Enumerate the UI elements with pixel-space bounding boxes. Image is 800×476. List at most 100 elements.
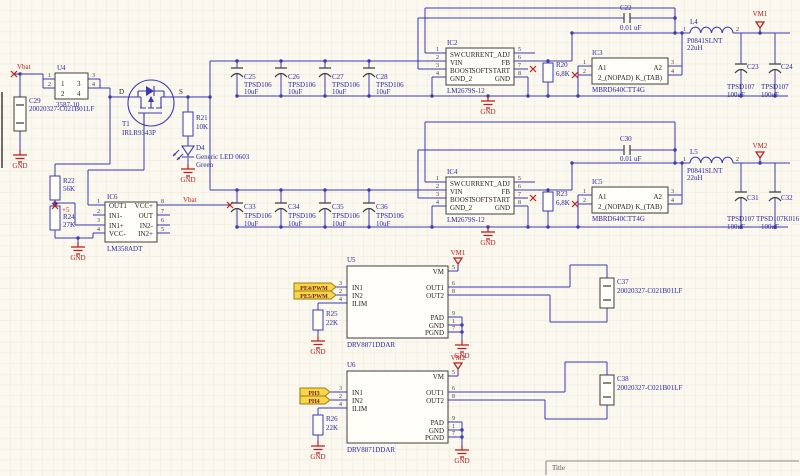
text-mbrd640ctt4g-2: MBRD640CTT4G: [592, 215, 645, 223]
text-gnd-11: GND: [495, 204, 510, 212]
text-boost: BOOST: [450, 67, 474, 75]
text-c30: C30: [620, 135, 632, 143]
resistor-r21[interactable]: [183, 112, 193, 136]
text-lm2679s-12: LM2679S-12: [447, 87, 485, 95]
text-7-4: 7: [452, 326, 455, 332]
text-7-5: 7: [452, 431, 455, 437]
jumper-u4[interactable]: [55, 73, 88, 99]
text-2-7: 2: [583, 198, 586, 204]
text-9: 9: [452, 311, 455, 317]
text-out1-2: OUT1: [426, 284, 444, 292]
text-8-3: 8: [518, 200, 521, 206]
text-l5: L5: [690, 148, 698, 156]
text-c27: C27: [332, 73, 344, 81]
text-3-5: 3: [436, 192, 439, 198]
text-out2-2: OUT2: [426, 397, 444, 405]
schematic-canvas[interactable]: Title C2920020327-C021B01LFU43587-10T1IR…: [0, 0, 800, 476]
text-ph3: PH3: [308, 391, 319, 397]
text-2-4: 2: [436, 55, 439, 61]
text-vm1: VM1: [753, 10, 768, 18]
text-softstart: SOFTSTART: [472, 67, 511, 75]
text-1-4: 1: [436, 47, 439, 53]
text-3-3: 3: [97, 218, 100, 224]
resistor-r23[interactable]: [543, 192, 553, 211]
text-a1: A1: [598, 64, 607, 72]
text-0-01-uf: 0.01 uF: [620, 24, 642, 32]
text-5-3: 5: [518, 47, 521, 53]
text-3-9: 3: [339, 386, 342, 392]
connector-c29[interactable]: [14, 97, 26, 131]
text-drv8871ddar: DRV8871DDAR: [347, 341, 395, 349]
text-tpsd107-3: TPSD107: [727, 215, 755, 223]
text-5-2: 5: [161, 227, 164, 233]
text-t1: T1: [122, 120, 130, 128]
text-56k: 56K: [63, 185, 75, 193]
text-4-5: 4: [436, 200, 439, 206]
text-mbrd640ctt4g: MBRD640CTT4G: [592, 86, 645, 94]
text-out1-3: OUT1: [426, 389, 444, 397]
text-tpsd106-5: TPSD106: [244, 212, 272, 220]
text-ph4: PH4: [308, 399, 319, 405]
text-green: Green: [196, 161, 214, 169]
schematic-sheet: Title C2920020327-C021B01LFU43587-10T1IR…: [0, 0, 800, 476]
text-4-6: 4: [671, 69, 674, 75]
text-k-tab: K_(TAB): [635, 74, 662, 82]
text-1-8: 1: [683, 27, 686, 33]
text-1-11: 1: [452, 424, 455, 430]
text-s: S: [179, 88, 183, 96]
text-fb-2: FB: [501, 188, 510, 196]
text-10uf: 10uF: [244, 88, 259, 96]
resistor-r26[interactable]: [313, 415, 323, 435]
text-1-9: 1: [683, 157, 686, 163]
text-6-5: 6: [452, 386, 455, 392]
text-22k-2: 22K: [326, 424, 338, 432]
text-22k: 22K: [326, 319, 338, 327]
text-c33: C33: [244, 203, 256, 211]
text-vm2: VM2: [753, 142, 768, 150]
text-vbat-2: Vbat: [183, 196, 197, 204]
text-10uf-4: 10uF: [376, 88, 391, 96]
text-0-01-uf-2: 0.01 uF: [620, 155, 642, 163]
text-5-4: 5: [518, 176, 521, 182]
text-c34: C34: [288, 203, 300, 211]
text-6-4: 6: [452, 281, 455, 287]
text-100uf: 100uF: [727, 91, 745, 99]
text-in1-2: IN1+: [109, 222, 124, 230]
text-100uf-4: 100uF: [761, 223, 779, 231]
resistor-r20[interactable]: [543, 63, 553, 82]
resistor-r24[interactable]: [50, 206, 60, 230]
text-4-7: 4: [671, 198, 674, 204]
title-block-label: Title: [552, 464, 565, 472]
text-2-5: 2: [436, 184, 439, 190]
text-2: 2: [61, 90, 65, 98]
text-4-2: 4: [92, 82, 95, 88]
text-10uf-8: 10uF: [376, 220, 391, 228]
connector-c38[interactable]: [600, 375, 614, 405]
text-3: 3: [77, 80, 81, 88]
text-r22: R22: [63, 177, 75, 185]
text-3-7: 3: [671, 189, 674, 195]
text-d4: D4: [196, 144, 205, 152]
text-3587-10: 3587-10: [56, 101, 80, 109]
connector-c37[interactable]: [600, 278, 614, 308]
text-in2-2: IN2+: [138, 230, 153, 238]
text-gnd: GND: [12, 162, 27, 170]
text-current-adj-2: CURRENT_ADJ: [461, 180, 510, 188]
text-2-9: 2: [736, 157, 739, 163]
text-vcc: VCC-: [109, 230, 126, 238]
text-u4: U4: [57, 64, 66, 72]
text-1-3: 1: [97, 199, 100, 205]
text-7-3: 7: [518, 192, 521, 198]
text-c31: C31: [747, 194, 759, 202]
text-gnd-2: GND_2: [450, 75, 473, 83]
text-pad-2: PAD: [431, 419, 444, 427]
text-1-2: 1: [48, 73, 51, 79]
text-a1-2: A1: [598, 193, 607, 201]
text-4: 4: [77, 90, 81, 98]
text-tpsd106-7: TPSD106: [332, 212, 360, 220]
text-c35: C35: [332, 203, 344, 211]
text-r20: R20: [556, 61, 568, 69]
text-tpsd106-8: TPSD106: [376, 212, 404, 220]
resistor-r25[interactable]: [313, 310, 323, 330]
resistor-r22[interactable]: [50, 176, 60, 200]
